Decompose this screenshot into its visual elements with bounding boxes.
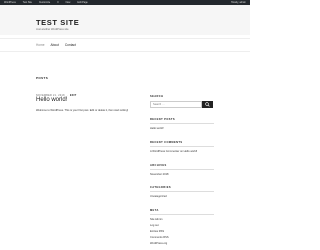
site-tagline: Just another WordPress site <box>36 28 69 31</box>
categories-title: CATEGORIES <box>150 186 171 189</box>
archives-title: ARCHIVES <box>150 164 167 167</box>
search-widget-title: SEARCH <box>150 95 164 98</box>
meta-link-site-admin[interactable]: Site Admin <box>150 218 162 221</box>
site-header: TEST SITE Just another WordPress site <box>0 5 250 35</box>
divider <box>150 214 214 215</box>
recent-comments-title: RECENT COMMENTS <box>150 141 183 144</box>
meta-link-wordpress-org[interactable]: WordPress.org <box>150 242 167 245</box>
divider <box>150 146 214 147</box>
post-excerpt: Welcome to WordPress. This is your first… <box>36 109 129 112</box>
main-navigation: Home About Contact <box>0 38 250 52</box>
divider <box>150 191 214 192</box>
site-title[interactable]: TEST SITE <box>36 19 79 27</box>
search-field <box>150 101 202 108</box>
meta-title: META <box>150 209 159 212</box>
nav-item-contact[interactable]: Contact <box>65 43 76 48</box>
divider <box>150 169 214 170</box>
nav-item-about[interactable]: About <box>51 43 59 48</box>
meta-link-comments-rss[interactable]: Comments RSS <box>150 236 169 239</box>
divider <box>150 123 214 124</box>
recent-comment-link[interactable]: A WordPress Commenter on Hello world! <box>150 150 197 153</box>
post-edit-link[interactable]: EDIT <box>70 94 77 97</box>
archive-link[interactable]: November 2018 <box>150 173 168 176</box>
search-icon <box>205 102 210 107</box>
recent-posts-title: RECENT POSTS <box>150 118 175 121</box>
post-title[interactable]: Hello world! <box>36 97 67 103</box>
recent-post-link[interactable]: Hello world! <box>150 127 164 130</box>
page-title: POSTS <box>36 76 49 80</box>
meta-link-entries-rss[interactable]: Entries RSS <box>150 230 164 233</box>
search-input[interactable] <box>151 102 201 107</box>
meta-link-log-out[interactable]: Log out <box>150 224 159 227</box>
category-link[interactable]: Uncategorized <box>150 195 167 198</box>
nav-item-home[interactable]: Home <box>36 43 45 48</box>
search-button[interactable] <box>202 101 213 108</box>
